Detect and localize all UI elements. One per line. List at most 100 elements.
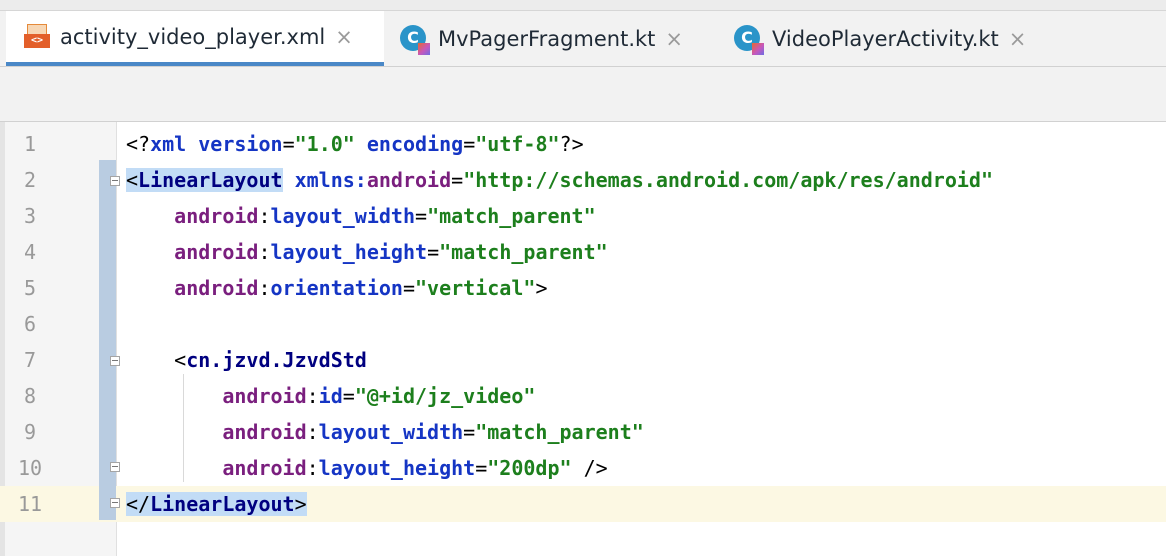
code-token: "match_parent" xyxy=(427,204,596,228)
code-token: = xyxy=(427,240,440,264)
code-token: LinearLayout xyxy=(138,168,283,192)
kotlin-class-icon: C xyxy=(400,24,430,55)
code-token: android xyxy=(174,276,259,300)
xml-file-icon: <> xyxy=(24,23,50,50)
line-number: 1 xyxy=(23,132,37,156)
code-token: "200dp" xyxy=(487,456,572,480)
code-text[interactable]: </LinearLayout> xyxy=(126,486,307,522)
code-token: version xyxy=(198,132,283,156)
code-line[interactable]: 7 <cn.jzvd.JzvdStd xyxy=(0,342,1166,378)
fold-start-icon[interactable] xyxy=(110,356,120,366)
tab-label: activity_video_player.xml xyxy=(60,24,326,49)
code-token: ?> xyxy=(559,132,584,156)
code-token: layout_width xyxy=(318,420,464,444)
editor-toolbar xyxy=(0,67,1166,122)
code-token: : xyxy=(258,240,271,264)
code-token: "vertical" xyxy=(415,276,536,300)
code-token: encoding xyxy=(366,132,464,156)
code-token: < xyxy=(126,168,139,192)
code-token: = xyxy=(451,168,464,192)
kotlin-class-icon: C xyxy=(734,24,764,55)
code-token: android xyxy=(174,240,259,264)
code-token: > xyxy=(294,492,307,516)
editor-tab-bar: <> activity_video_player.xml × C MvPager… xyxy=(0,11,1166,67)
tab-label: MvPagerFragment.kt xyxy=(438,26,656,51)
line-number: 7 xyxy=(23,348,37,372)
code-text[interactable]: android:layout_height="match_parent" xyxy=(126,234,608,270)
code-token: <? xyxy=(126,132,151,156)
code-token: android xyxy=(174,204,259,228)
code-token: = xyxy=(415,204,428,228)
close-icon[interactable]: × xyxy=(335,25,353,49)
code-text[interactable]: android:layout_width="match_parent" xyxy=(126,198,596,234)
tab-activity-video-player-xml[interactable]: <> activity_video_player.xml × xyxy=(6,11,384,66)
code-text[interactable]: <LinearLayout xmlns:android="http://sche… xyxy=(126,162,993,198)
close-icon[interactable]: × xyxy=(1009,27,1027,51)
code-editor[interactable]: 1 <?xml version="1.0" encoding="utf-8"?> 2… xyxy=(0,122,1166,556)
code-token: = xyxy=(463,132,476,156)
fold-end-icon[interactable] xyxy=(110,498,120,508)
code-line[interactable]: 9 android:layout_width="match_parent" xyxy=(0,414,1166,450)
line-number: 9 xyxy=(23,420,37,444)
code-token: xmlns: xyxy=(294,168,367,192)
line-number: 6 xyxy=(23,312,37,336)
code-line[interactable]: 5 android:orientation="vertical"> xyxy=(0,270,1166,306)
code-token: LinearLayout xyxy=(150,492,295,516)
code-text[interactable]: android:id="@+id/jz_video" xyxy=(126,378,535,414)
code-line[interactable]: 2 <LinearLayout xmlns:android="http://sch… xyxy=(0,162,1166,198)
code-text[interactable]: android:layout_width="match_parent" xyxy=(126,414,643,450)
line-number: 3 xyxy=(23,204,37,228)
code-token: "http://schemas.android.com/apk/res/andr… xyxy=(463,168,993,192)
code-token: : xyxy=(258,276,271,300)
close-icon[interactable]: × xyxy=(665,27,683,51)
code-line[interactable]: 10 android:layout_height="200dp" /> xyxy=(0,450,1166,486)
code-token: cn.jzvd.JzvdStd xyxy=(186,348,367,372)
code-token: "utf-8" xyxy=(475,132,560,156)
tab-videoplayeractivity-kt[interactable]: C VideoPlayerActivity.kt × xyxy=(716,11,1076,66)
tab-label: VideoPlayerActivity.kt xyxy=(772,26,999,51)
tab-mvpagerfragment-kt[interactable]: C MvPagerFragment.kt × xyxy=(384,11,716,66)
code-token: orientation xyxy=(270,276,403,300)
code-token: id xyxy=(318,384,343,408)
code-token: /> xyxy=(571,456,608,480)
code-text[interactable]: <?xml version="1.0" encoding="utf-8"?> xyxy=(126,126,584,162)
code-token: android xyxy=(222,456,307,480)
code-token: : xyxy=(258,204,271,228)
code-token: layout_width xyxy=(270,204,416,228)
fold-start-icon[interactable] xyxy=(110,176,120,186)
code-line[interactable]: 6 xyxy=(0,306,1166,342)
code-text[interactable]: <cn.jzvd.JzvdStd xyxy=(126,342,367,378)
code-line[interactable]: 4 android:layout_height="match_parent" xyxy=(0,234,1166,270)
code-line[interactable]: 1 <?xml version="1.0" encoding="utf-8"?> xyxy=(0,126,1166,162)
code-token: : xyxy=(306,384,319,408)
code-token: = xyxy=(402,276,416,300)
window-top-edge xyxy=(0,0,1166,11)
line-number: 10 xyxy=(17,456,43,480)
code-token: "@+id/jz_video" xyxy=(354,384,536,408)
code-line[interactable]: 11 </LinearLayout> xyxy=(0,486,1166,522)
code-text[interactable]: android:layout_height="200dp" /> xyxy=(126,450,608,486)
code-token: "1.0" xyxy=(294,132,355,156)
code-token: xml xyxy=(150,132,187,156)
code-token: layout_height xyxy=(270,240,428,264)
code-token: : xyxy=(306,456,319,480)
code-line[interactable]: 8 android:id="@+id/jz_video" xyxy=(0,378,1166,414)
line-number: 11 xyxy=(17,492,43,516)
code-token: layout_height xyxy=(318,456,476,480)
code-token: android xyxy=(366,168,452,192)
code-text[interactable]: android:orientation="vertical"> xyxy=(126,270,547,306)
code-token: = xyxy=(282,132,295,156)
code-token: "match_parent" xyxy=(439,240,608,264)
line-number: 8 xyxy=(23,384,37,408)
indent-guide xyxy=(183,374,184,482)
code-token: android xyxy=(222,420,307,444)
fold-end-icon[interactable] xyxy=(110,462,120,472)
code-line[interactable]: 3 android:layout_width="match_parent" xyxy=(0,198,1166,234)
